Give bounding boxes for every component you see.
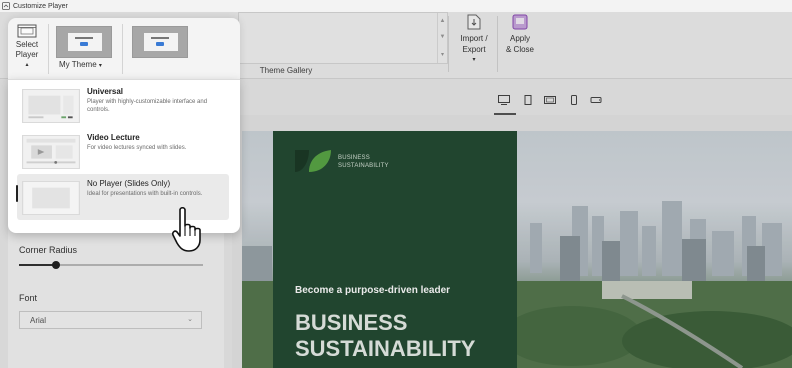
select-player-line1: Select bbox=[15, 40, 39, 49]
slide-title: BUSINESS SUSTAINABILITY bbox=[295, 310, 475, 362]
selected-item-marker bbox=[16, 185, 18, 202]
menu-item-description: For video lectures synced with slides. bbox=[87, 145, 187, 151]
video-lecture-thumbnail bbox=[22, 135, 80, 169]
ribbon-divider bbox=[48, 24, 49, 74]
no-player-thumbnail bbox=[22, 181, 80, 215]
apply-close-line1: Apply bbox=[509, 34, 530, 43]
gallery-expand-icon[interactable]: ▾ bbox=[441, 51, 444, 58]
menu-item-description: Player with highly-customizable interfac… bbox=[87, 99, 208, 113]
scroll-down-icon[interactable]: ▼ bbox=[440, 34, 446, 40]
slide-title-line-1: BUSINESS bbox=[295, 310, 408, 335]
menu-item-universal[interactable]: Universal Player with highly-customizabl… bbox=[17, 82, 229, 128]
ribbon-divider bbox=[497, 16, 498, 72]
ribbon-divider bbox=[122, 24, 123, 74]
font-label: Font bbox=[19, 293, 38, 303]
scroll-up-icon[interactable]: ▲ bbox=[440, 18, 446, 24]
menu-item-title: No Player (Slides Only) bbox=[87, 179, 171, 188]
gallery-theme-thumbnail[interactable] bbox=[132, 26, 188, 58]
dropdown-arrow-icon: ▴ bbox=[25, 62, 29, 68]
theme-gallery-label: Theme Gallery bbox=[259, 66, 313, 75]
brand-logo-icon bbox=[295, 150, 331, 172]
my-theme-thumbnail[interactable] bbox=[56, 26, 112, 58]
select-player-button[interactable]: Select Player ▴ bbox=[10, 24, 44, 78]
font-select[interactable]: Arial ⌄ bbox=[19, 311, 202, 329]
font-select-value: Arial bbox=[30, 315, 47, 325]
title-bar: Customize Player bbox=[0, 0, 792, 12]
brand-name: BUSINESS SUSTAINABILITY bbox=[338, 154, 389, 170]
desktop-icon[interactable] bbox=[498, 95, 510, 105]
phone-landscape-icon[interactable] bbox=[590, 95, 602, 105]
hand-pointer-cursor-icon bbox=[172, 206, 201, 252]
window-title: Customize Player bbox=[13, 2, 68, 10]
tablet-portrait-icon[interactable] bbox=[522, 95, 534, 105]
phone-portrait-icon[interactable] bbox=[568, 95, 580, 105]
dropdown-arrow-icon: ▾ bbox=[472, 57, 476, 63]
select-player-line2: Player bbox=[15, 50, 39, 59]
tablet-landscape-icon[interactable] bbox=[544, 95, 556, 105]
menu-item-video-lecture[interactable]: Video Lecture For video lectures synced … bbox=[17, 128, 229, 174]
player-window-icon bbox=[17, 24, 37, 38]
apply-close-button[interactable]: Apply & Close bbox=[503, 14, 537, 55]
dropdown-arrow-icon: ▾ bbox=[98, 63, 102, 69]
gallery-scrollbar[interactable]: ▲ ▼ ▾ bbox=[437, 13, 447, 63]
menu-item-title: Universal bbox=[87, 87, 124, 96]
menu-item-title: Video Lecture bbox=[87, 133, 140, 142]
ribbon-divider bbox=[448, 16, 449, 72]
import-export-button[interactable]: Import / Export ▾ bbox=[457, 14, 491, 66]
brand-line-1: BUSINESS bbox=[338, 155, 370, 161]
import-export-line1: Import / bbox=[460, 34, 488, 43]
import-export-line2: Export bbox=[462, 45, 486, 54]
chevron-down-icon: ⌄ bbox=[187, 316, 193, 323]
corner-radius-slider-fill bbox=[19, 264, 56, 266]
import-export-icon bbox=[467, 14, 481, 30]
corner-radius-slider-thumb[interactable] bbox=[51, 261, 60, 269]
theme-gallery[interactable]: ▲ ▼ ▾ bbox=[238, 12, 448, 64]
brand-line-2: SUSTAINABILITY bbox=[338, 163, 389, 169]
corner-radius-label: Corner Radius bbox=[19, 245, 78, 255]
menu-item-description: Ideal for presentations with built-in co… bbox=[87, 191, 203, 197]
my-theme-label: My Theme bbox=[59, 60, 97, 69]
apply-close-line2: & Close bbox=[505, 45, 534, 54]
slide-tagline: Become a purpose-driven leader bbox=[295, 285, 451, 296]
my-theme-button[interactable]: My Theme ▾ bbox=[59, 60, 102, 69]
preview-toolbar bbox=[232, 88, 792, 114]
menu-divider bbox=[8, 79, 240, 80]
slide-title-line-2: SUSTAINABILITY bbox=[295, 336, 476, 361]
apply-close-icon bbox=[512, 14, 528, 30]
app-icon bbox=[2, 2, 10, 10]
universal-player-thumbnail bbox=[22, 89, 80, 123]
